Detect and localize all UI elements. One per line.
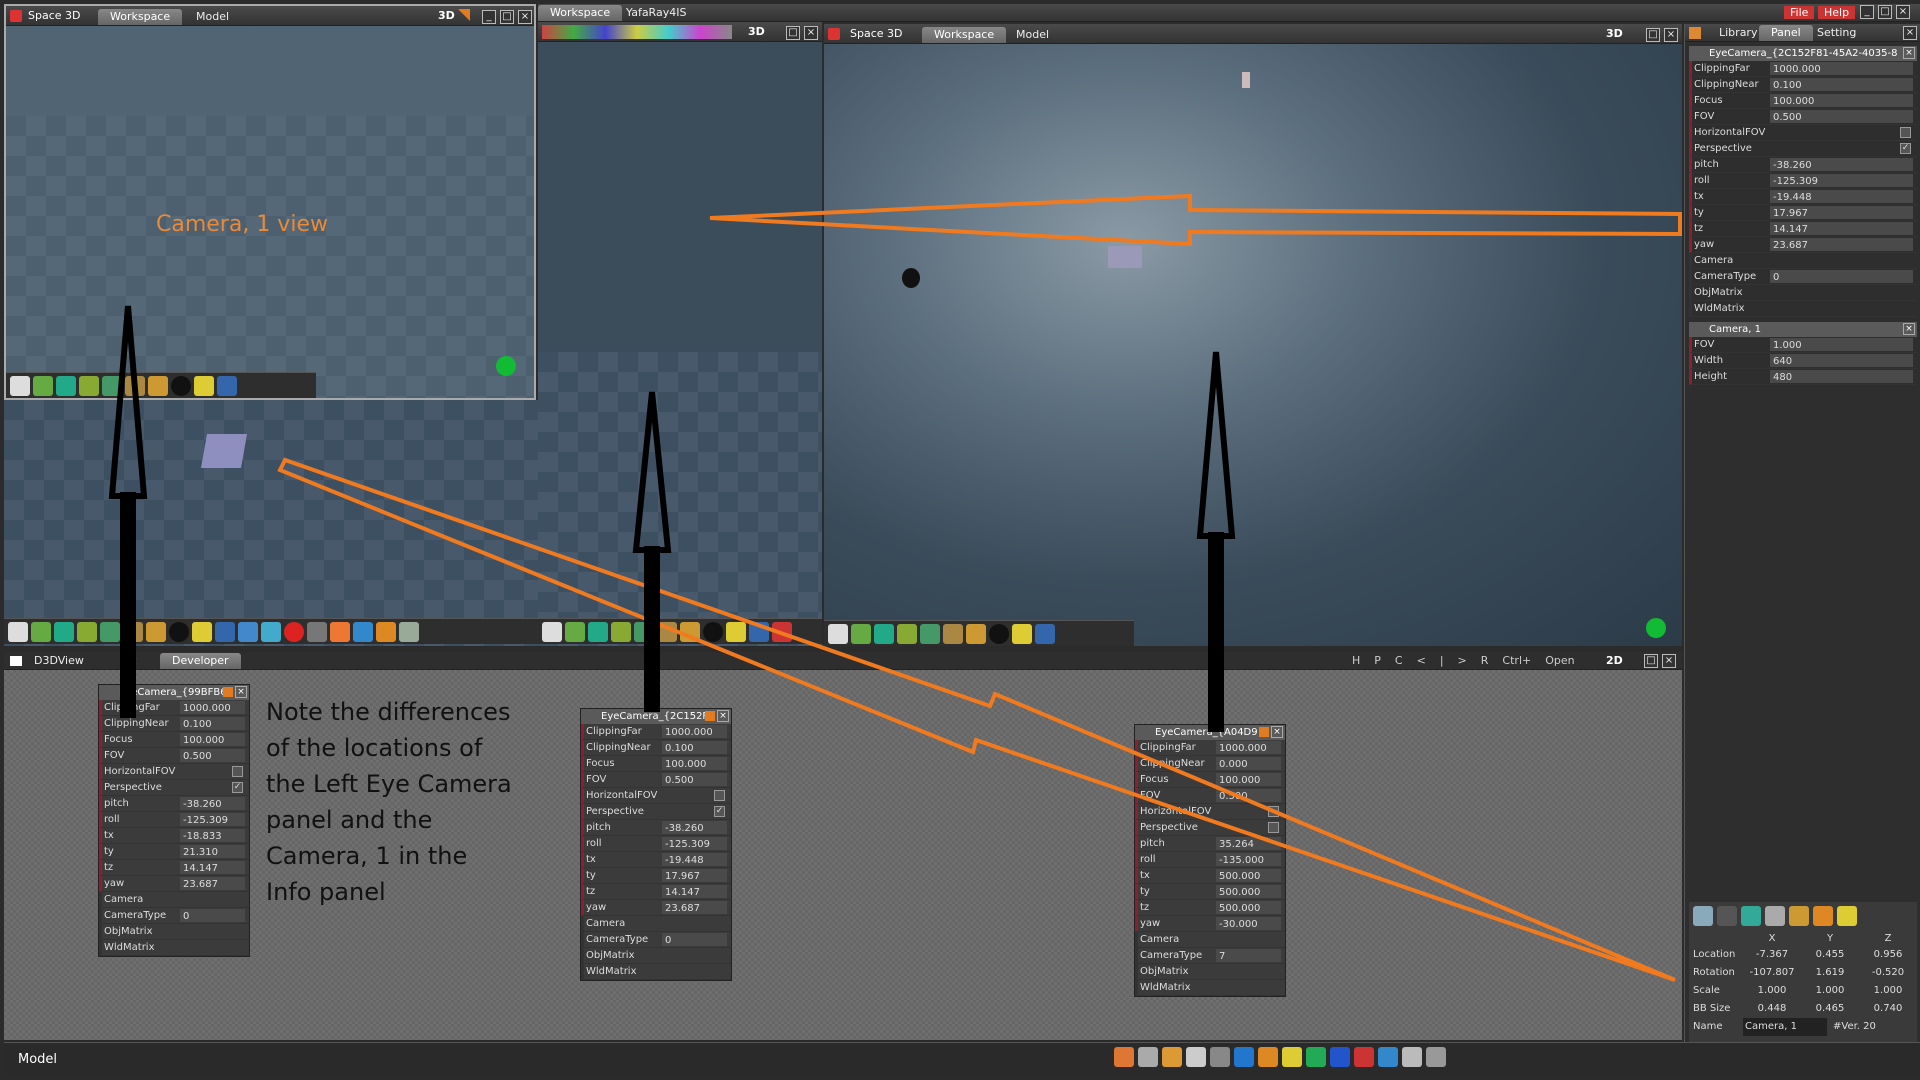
black-arrow-1 (108, 305, 148, 718)
orange-arrow-diagonal (277, 457, 1676, 982)
annotation-arrows (108, 193, 1682, 982)
black-arrow-2 (632, 391, 672, 712)
black-arrow-3 (1196, 351, 1236, 732)
orange-arrow-top (709, 193, 1682, 247)
